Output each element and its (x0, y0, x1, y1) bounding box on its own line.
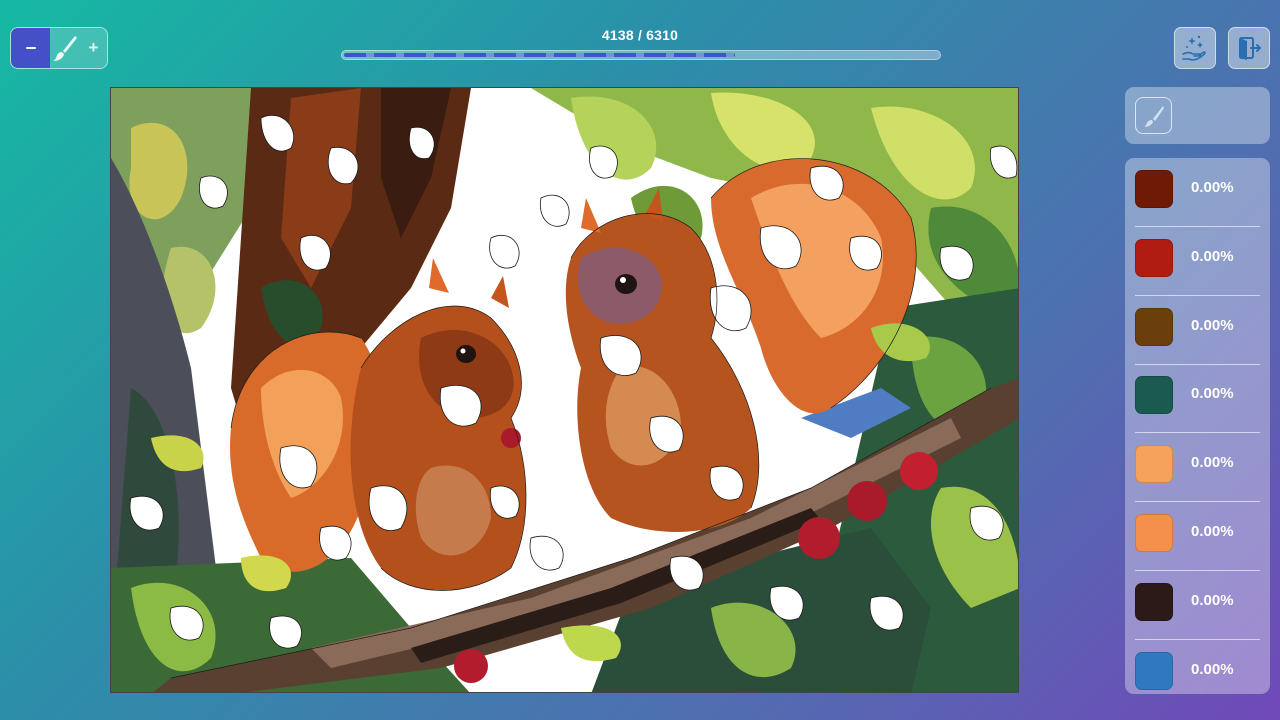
color-swatch[interactable] (1135, 445, 1173, 484)
tool-panel (1125, 87, 1270, 144)
palette-color-row[interactable]: 0.00% (1125, 158, 1270, 227)
palette-color-row[interactable]: 0.00% (1125, 296, 1270, 365)
progress-counter: 4138 / 6310 (601, 27, 679, 43)
color-swatch[interactable] (1135, 307, 1173, 346)
progress-bar-fill (344, 53, 735, 57)
color-swatch[interactable] (1135, 170, 1173, 208)
color-palette: 0.00% 0.00% 0.00% 0.00% 0.00% 0.00% 0.00% 0.00% (1125, 158, 1270, 694)
brush-size-indicator (50, 28, 80, 68)
palette-color-row[interactable]: 0.00% (1125, 640, 1270, 694)
progress-bar (341, 50, 941, 60)
palette-color-row[interactable]: 0.00% (1125, 364, 1270, 434)
painting-canvas[interactable] (110, 87, 1019, 693)
brush-size-increase-button[interactable]: + (80, 28, 107, 68)
hint-button[interactable] (1174, 27, 1216, 69)
color-progress-percent: 0.00% (1191, 454, 1234, 472)
paintbrush-icon (53, 36, 77, 61)
brush-size-control: + (10, 27, 108, 69)
color-swatch[interactable] (1135, 514, 1173, 552)
color-progress-percent: 0.00% (1191, 247, 1234, 265)
color-swatch[interactable] (1135, 582, 1173, 621)
color-progress-percent: 0.00% (1191, 660, 1234, 678)
palette-color-row[interactable]: 0.00% (1125, 433, 1270, 503)
magic-hand-icon (1182, 35, 1206, 61)
brush-tool-button[interactable] (1135, 97, 1172, 134)
color-swatch[interactable] (1135, 651, 1173, 690)
minus-icon (25, 47, 36, 49)
color-progress-percent: 0.00% (1191, 385, 1234, 403)
color-swatch[interactable] (1135, 376, 1173, 415)
palette-color-row[interactable]: 0.00% (1125, 571, 1270, 640)
exit-door-icon (1239, 37, 1262, 60)
palette-color-row[interactable]: 0.00% (1125, 227, 1270, 296)
paintbrush-icon (1143, 105, 1164, 127)
palette-color-row[interactable]: 0.00% (1125, 502, 1270, 571)
color-progress-percent: 0.00% (1191, 316, 1234, 334)
color-progress-percent: 0.00% (1191, 591, 1234, 609)
color-progress-percent: 0.00% (1191, 523, 1234, 540)
color-progress-percent: 0.00% (1191, 179, 1234, 196)
color-swatch[interactable] (1135, 238, 1173, 277)
exit-button[interactable] (1228, 27, 1270, 69)
squirrels-painting (111, 88, 1018, 692)
brush-size-decrease-button[interactable] (11, 28, 50, 68)
